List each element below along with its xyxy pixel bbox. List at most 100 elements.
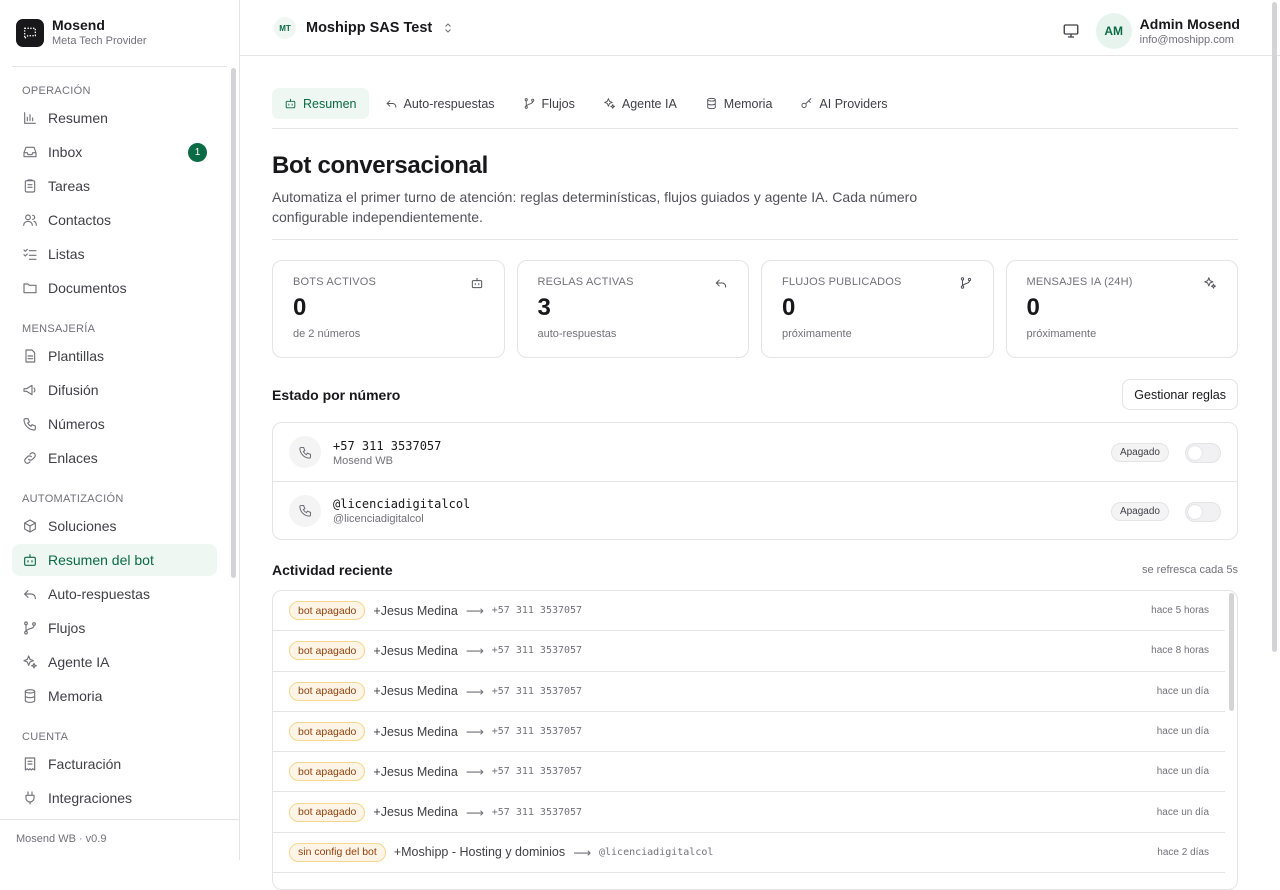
phone-icon bbox=[289, 436, 321, 468]
bot-toggle[interactable] bbox=[1185, 443, 1221, 463]
event-tag: bot apagado bbox=[289, 762, 366, 782]
activity-title: Actividad reciente bbox=[272, 562, 393, 578]
target-number: +57 311 3537057 bbox=[491, 685, 583, 697]
arrow-right-icon: ⟶ bbox=[465, 805, 484, 820]
sidebar-item-contactos[interactable]: Contactos bbox=[12, 204, 217, 236]
monitor-icon[interactable] bbox=[1062, 22, 1080, 40]
number-name: Mosend WB bbox=[333, 454, 393, 467]
arrow-right-icon: ⟶ bbox=[573, 845, 591, 860]
activity-list[interactable]: bot apagado +Jesus Medina ⟶ +57 311 3537057… bbox=[272, 590, 1238, 890]
sidebar-item-auto-respuestas[interactable]: Auto-respuestas bbox=[12, 578, 217, 610]
tab-agente-ia[interactable]: Agente IA bbox=[591, 88, 689, 119]
tab-memoria[interactable]: Memoria bbox=[693, 88, 785, 119]
tab-auto-respuestas[interactable]: Auto-respuestas bbox=[373, 88, 507, 119]
sidebar-item-label: Resumen bbox=[48, 110, 108, 126]
activity-scrollbar[interactable] bbox=[1229, 593, 1234, 711]
sidebar-item-label: Soluciones bbox=[48, 518, 117, 534]
event-tag: bot apagado bbox=[289, 802, 366, 822]
git-branch-icon bbox=[960, 277, 971, 289]
sparkles-icon bbox=[23, 655, 37, 669]
topbar: MT Moshipp SAS Test AM Admin Mosend info… bbox=[240, 0, 1280, 56]
sidebar-item-listas[interactable]: Listas bbox=[12, 238, 217, 270]
sidebar-item-difusion[interactable]: Difusión bbox=[12, 374, 217, 406]
user-name: Admin Mosend bbox=[1139, 15, 1240, 32]
sidebar-nav-scroll[interactable]: OPERACIÓN Resumen Inbox 1 Tareas Contactos Lis… bbox=[0, 67, 239, 819]
sidebar-item-memoria[interactable]: Memoria bbox=[12, 680, 217, 712]
arrow-right-icon: ⟶ bbox=[465, 604, 484, 619]
bot-toggle[interactable] bbox=[1185, 502, 1221, 522]
sidebar-item-resumen[interactable]: Resumen bbox=[12, 102, 217, 134]
sidebar-item-integraciones[interactable]: Integraciones bbox=[12, 782, 217, 814]
number-value: +57 311 3537057 bbox=[333, 438, 442, 453]
folder-icon bbox=[23, 283, 37, 294]
sidebar-item-numeros[interactable]: Números bbox=[12, 408, 217, 440]
tab-label: Auto-respuestas bbox=[403, 96, 495, 111]
sidebar: Mosend Meta Tech Provider OPERACIÓN Resum… bbox=[0, 0, 240, 860]
tab-flujos[interactable]: Flujos bbox=[511, 88, 587, 119]
event-time: hace 8 horas bbox=[1151, 645, 1209, 657]
header-divider bbox=[272, 239, 1238, 240]
sidebar-item-tareas[interactable]: Tareas bbox=[12, 170, 217, 202]
sidebar-item-plantillas[interactable]: Plantillas bbox=[12, 340, 217, 372]
tab-ai-providers[interactable]: AI Providers bbox=[788, 88, 899, 119]
git-branch-icon bbox=[524, 98, 534, 109]
sidebar-section-label: OPERACIÓN bbox=[22, 85, 91, 97]
stat-label: REGLAS ACTIVAS bbox=[537, 276, 634, 288]
sidebar-item-label: Listas bbox=[48, 246, 85, 262]
sidebar-item-label: Facturación bbox=[48, 756, 122, 772]
sidebar-item-resumen-del-bot[interactable]: Resumen del bot bbox=[12, 544, 217, 576]
contact-name: +Jesus Medina bbox=[373, 764, 458, 779]
page-title: Bot conversacional bbox=[272, 152, 489, 179]
event-tag: bot apagado bbox=[289, 601, 366, 621]
stat-sublabel: de 2 números bbox=[293, 328, 361, 340]
sidebar-item-agente-ia[interactable]: Agente IA bbox=[12, 646, 217, 678]
bot-tabs: Resumen Auto-respuestas Flujos Agente IA Mem… bbox=[272, 88, 1238, 129]
sidebar-item-label: Inbox bbox=[48, 144, 83, 160]
sidebar-item-documentos[interactable]: Documentos bbox=[12, 272, 217, 304]
event-tag: sin config del bot bbox=[289, 842, 386, 862]
brand[interactable]: Mosend Meta Tech Provider bbox=[16, 17, 226, 48]
contact-name: +Jesus Medina bbox=[373, 684, 458, 699]
database-icon bbox=[24, 689, 36, 703]
sidebar-item-inbox[interactable]: Inbox 1 bbox=[12, 136, 217, 168]
sidebar-section-label: CUENTA bbox=[22, 731, 69, 743]
bot-icon bbox=[285, 98, 296, 109]
sidebar-footer: Mosend WB · v0.9 bbox=[0, 819, 239, 860]
contact-name: +Jesus Medina bbox=[373, 643, 458, 658]
sidebar-item-label: Resumen del bot bbox=[48, 552, 154, 568]
sidebar-item-flujos[interactable]: Flujos bbox=[12, 612, 217, 644]
sidebar-scrollbar[interactable] bbox=[231, 68, 236, 578]
bar-chart-icon bbox=[24, 112, 36, 124]
tab-label: Agente IA bbox=[621, 96, 677, 111]
reply-icon bbox=[715, 279, 727, 288]
activity-row: bot apagado +Jesus Medina ⟶ +57 311 3537057… bbox=[273, 712, 1225, 753]
sidebar-item-enlaces[interactable]: Enlaces bbox=[12, 442, 217, 474]
tab-resumen[interactable]: Resumen bbox=[272, 88, 369, 119]
event-time: hace un día bbox=[1156, 685, 1209, 697]
sidebar-item-label: Agente IA bbox=[48, 654, 110, 670]
user-menu[interactable]: Admin Mosend info@moshipp.com bbox=[1140, 16, 1240, 47]
sidebar-item-soluciones[interactable]: Soluciones bbox=[12, 510, 217, 542]
sidebar-section-label: AUTOMATIZACIÓN bbox=[22, 493, 124, 505]
clipboard-icon bbox=[24, 179, 36, 193]
activity-header: Actividad reciente se refresca cada 5s bbox=[272, 562, 1238, 578]
status-badge: Apagado bbox=[1110, 502, 1169, 521]
file-text-icon bbox=[25, 349, 36, 363]
sidebar-item-label: Contactos bbox=[48, 212, 112, 228]
workspace-switcher[interactable]: MT Moshipp SAS Test bbox=[274, 17, 454, 39]
brand-name: Mosend bbox=[52, 17, 105, 33]
user-avatar[interactable]: AM bbox=[1095, 13, 1132, 49]
main-content: Resumen Auto-respuestas Flujos Agente IA Mem… bbox=[272, 88, 1238, 890]
target-number: +57 311 3537057 bbox=[491, 645, 583, 657]
sidebar-item-label: Flujos bbox=[48, 620, 86, 636]
users-icon bbox=[23, 214, 37, 226]
sidebar-item-facturacion[interactable]: Facturación bbox=[12, 748, 217, 780]
manage-rules-button[interactable]: Gestionar reglas bbox=[1122, 379, 1238, 410]
activity-row: bot apagado +Jesus Medina ⟶ +57 311 3537057… bbox=[273, 792, 1225, 833]
git-branch-icon bbox=[24, 621, 36, 635]
event-tag: bot apagado bbox=[289, 641, 366, 661]
activity-row: bot apagado +Jesus Medina ⟶ +57 311 3537057… bbox=[273, 631, 1225, 672]
arrow-right-icon: ⟶ bbox=[465, 725, 484, 740]
bot-icon bbox=[24, 554, 36, 566]
page-scrollbar[interactable] bbox=[1272, 2, 1277, 652]
